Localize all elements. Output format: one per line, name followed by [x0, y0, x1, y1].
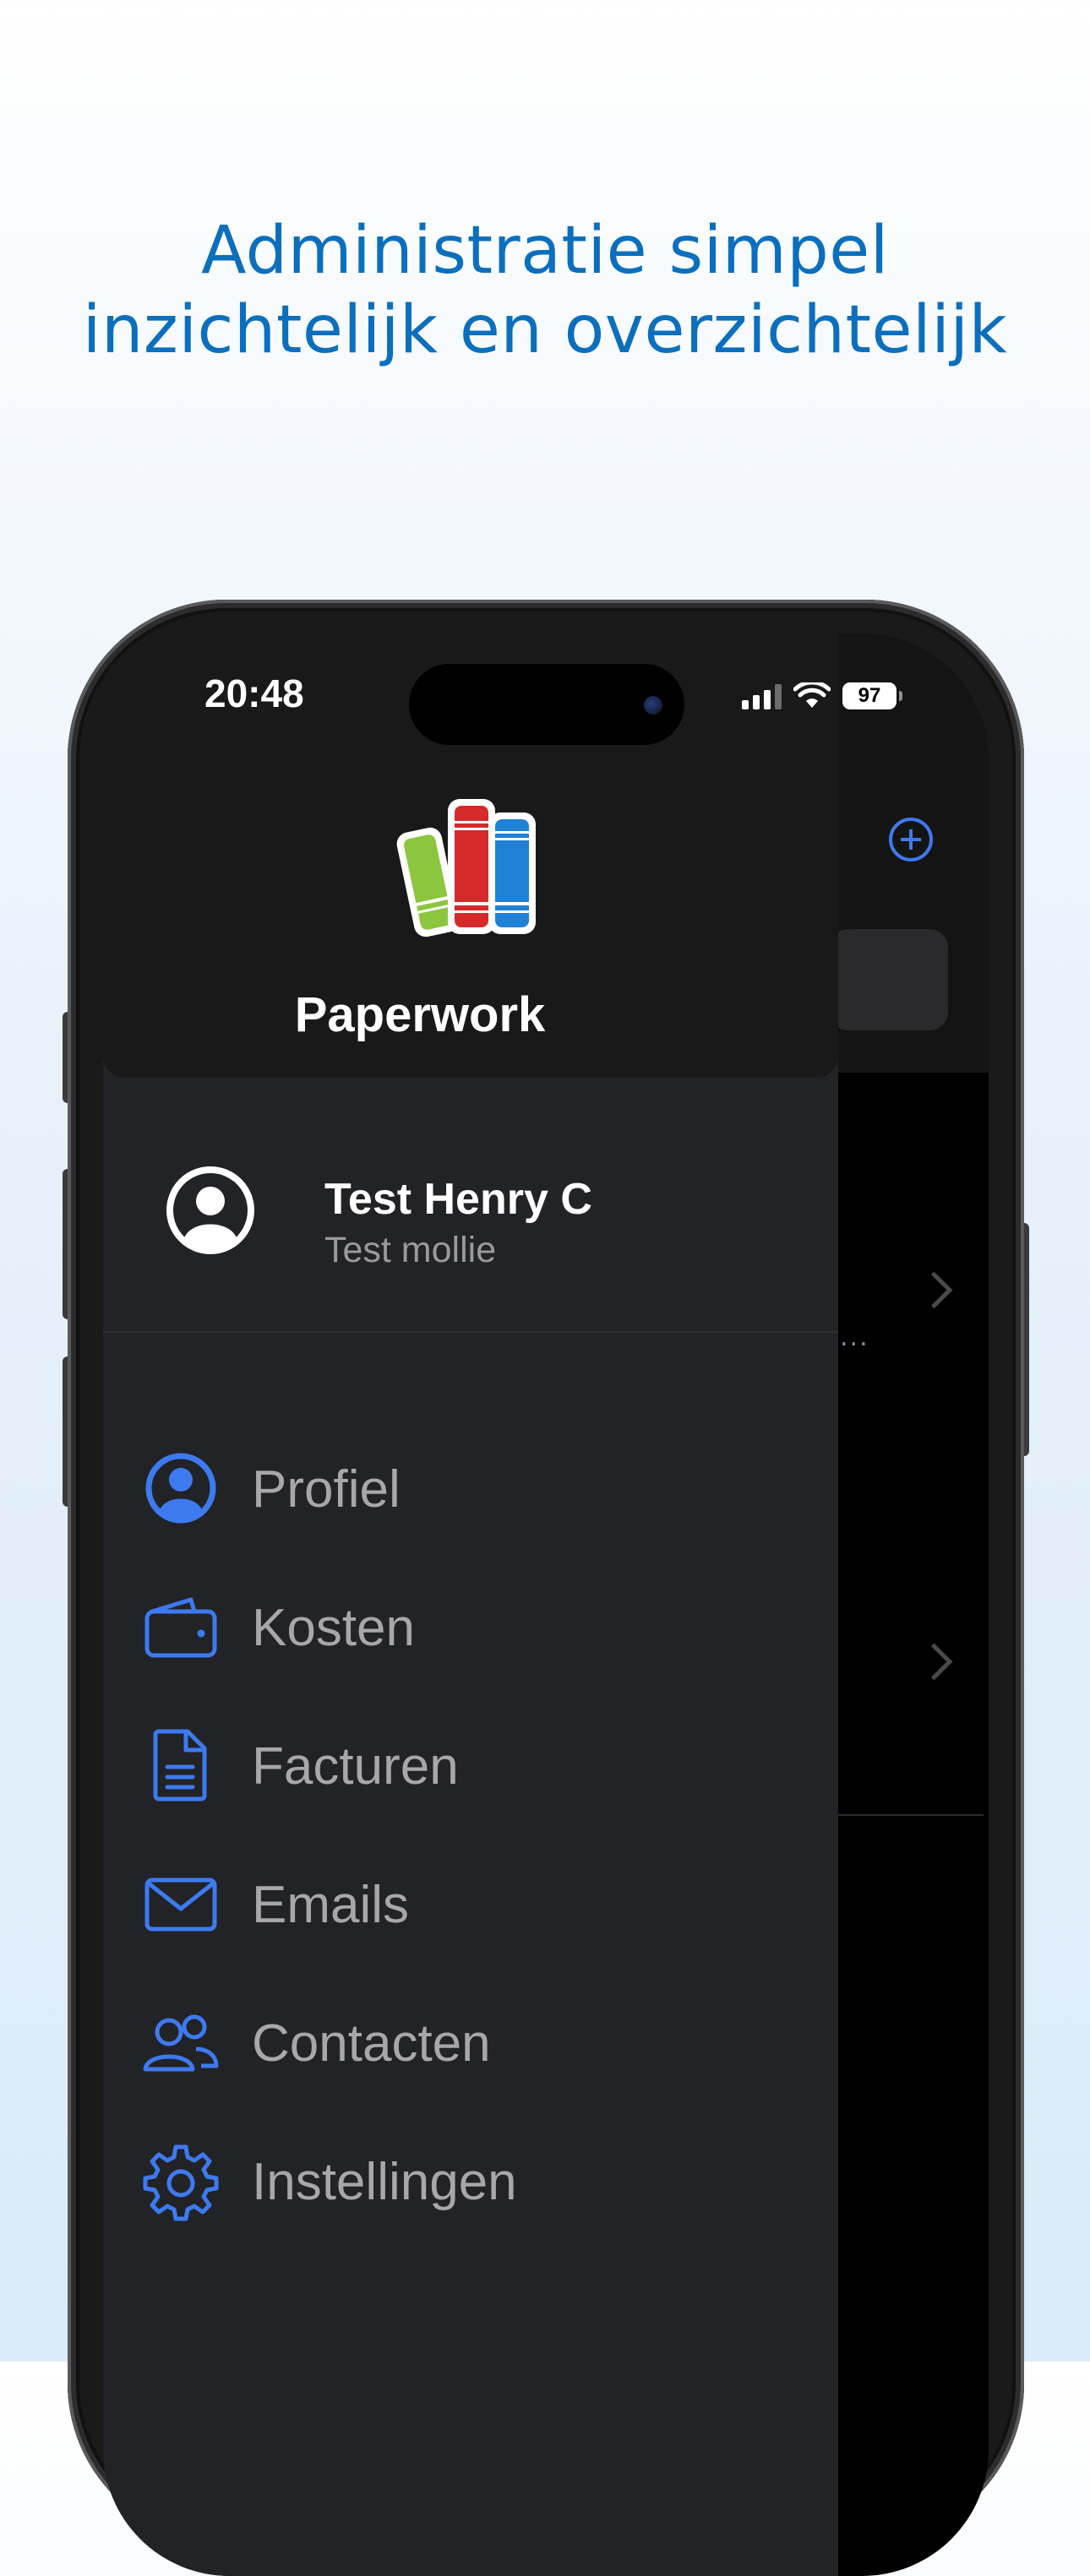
menu-item-contacten[interactable]: Contacten	[103, 1965, 838, 2103]
menu-item-instellingen[interactable]: Instellingen	[103, 2103, 838, 2242]
gear-icon	[143, 2144, 219, 2221]
background-truncated-text: ...	[840, 1323, 869, 1352]
people-icon	[143, 2014, 219, 2072]
navigation-drawer: 20:48 97 Paperwork Test Henry C Test mol…	[103, 633, 902, 2576]
phone-screen: ... 20:48 97 Paperwork Test Henry C Test…	[103, 633, 989, 2576]
document-icon	[153, 1729, 207, 1802]
chevron-right-icon[interactable]	[915, 1643, 953, 1681]
status-time: 20:48	[204, 671, 304, 715]
signal-icon	[742, 684, 782, 709]
add-icon[interactable]	[889, 818, 933, 861]
envelope-icon	[144, 1878, 217, 1932]
background-search-field[interactable]	[830, 929, 948, 1030]
status-indicators: 97	[742, 682, 902, 709]
user-subtitle: Test mollie	[324, 1230, 497, 1270]
headline-line-1: Administratie simpel	[201, 213, 889, 289]
menu-label-instellingen: Instellingen	[252, 2153, 517, 2211]
books-logo-icon	[396, 799, 536, 937]
menu-label-emails: Emails	[252, 1876, 410, 1934]
menu-label-facturen: Facturen	[252, 1737, 459, 1796]
drawer-menu: Profiel Kosten Facturen Emails Contacten…	[103, 1410, 838, 2242]
menu-item-profiel[interactable]: Profiel	[103, 1410, 838, 1549]
menu-item-facturen[interactable]: Facturen	[103, 1687, 838, 1826]
battery-icon: 97	[842, 682, 902, 709]
chevron-right-icon[interactable]	[915, 1271, 953, 1309]
menu-label-kosten: Kosten	[252, 1599, 416, 1657]
headline-line-2: inzichtelijk en overzichtelijk	[82, 292, 1008, 368]
wifi-icon	[793, 682, 831, 708]
menu-label-contacten: Contacten	[252, 2014, 491, 2073]
menu-item-kosten[interactable]: Kosten	[103, 1549, 838, 1687]
phone-frame: ... 20:48 97 Paperwork Test Henry C Test…	[68, 600, 1024, 2576]
menu-item-emails[interactable]: Emails	[103, 1826, 838, 1965]
user-name: Test Henry C	[324, 1175, 592, 1224]
user-account-row[interactable]: Test Henry C Test mollie	[103, 1078, 838, 1333]
camera-icon	[644, 696, 662, 715]
user-avatar-icon	[166, 1166, 254, 1254]
app-name: Paperwork	[294, 987, 546, 1042]
headline: Administratie simpel inzichtelijk en ove…	[0, 211, 1090, 370]
menu-label-profiel: Profiel	[252, 1460, 401, 1519]
wallet-icon	[144, 1597, 217, 1658]
person-circle-icon	[145, 1453, 216, 1524]
background-divider	[838, 1814, 984, 1816]
